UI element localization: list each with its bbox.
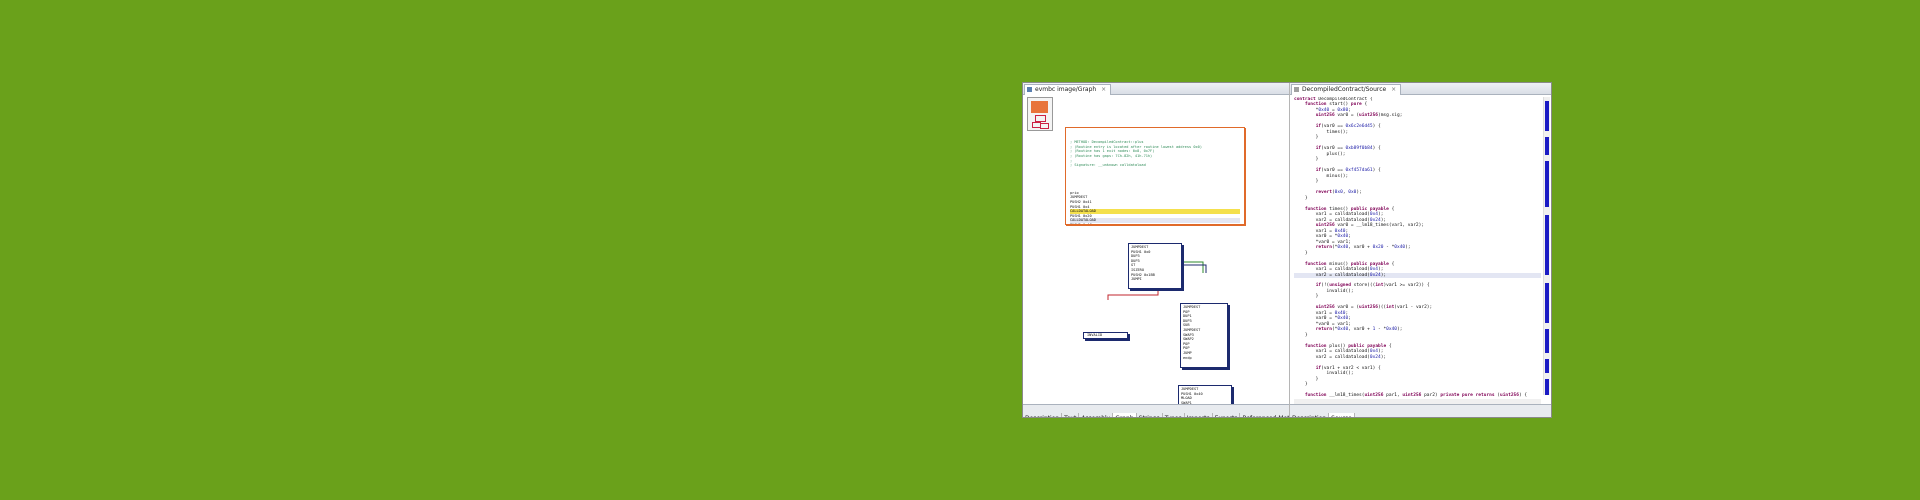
graph-pane: evmbc image/Graph × ; METHOD: Decompiled… <box>1023 83 1290 417</box>
bottom-tab-exports[interactable]: Exports <box>1213 413 1241 417</box>
graph-tab[interactable]: evmbc image/Graph × <box>1024 84 1112 95</box>
asm-instruction[interactable]: JUMPI <box>1131 277 1179 282</box>
source-bottom-tabs: DescriptionSource <box>1290 404 1551 417</box>
scroll-marker <box>1545 359 1549 373</box>
graph-tabbar: evmbc image/Graph × <box>1023 83 1289 95</box>
bottom-tab-description[interactable]: Description <box>1290 413 1330 417</box>
bottom-tab-description[interactable]: Description <box>1023 413 1063 417</box>
asm-instruction[interactable]: endp <box>1183 356 1225 361</box>
bottom-tab-text[interactable]: Text <box>1062 413 1080 417</box>
scroll-marker <box>1545 379 1549 395</box>
source-tab[interactable]: DecompiledContract/Source × <box>1291 84 1402 95</box>
source-pane: DecompiledContract/Source × contract Dec… <box>1290 83 1551 417</box>
graph-tab-title: evmbc image/Graph <box>1035 86 1097 93</box>
source-file-icon <box>1294 87 1299 92</box>
asm-comment[interactable]: ; Signature: __unknown calldataload <box>1070 163 1240 168</box>
graph-block-5[interactable]: JUMPDESTPUSH1 0x40MLOADSWAP1DUP2 <box>1178 385 1232 405</box>
bottom-tab-source[interactable]: Source <box>1329 413 1355 417</box>
eclipse-window: evmbc image/Graph × ; METHOD: Decompiled… <box>1022 82 1552 418</box>
close-icon[interactable]: × <box>1391 86 1396 93</box>
scroll-marker <box>1545 137 1549 155</box>
scroll-marker <box>1545 283 1549 323</box>
graph-head-block[interactable]: ; METHOD: DecompiledContract::plus; (Rou… <box>1065 127 1245 225</box>
graph-block-2[interactable]: JUMPDEST PUSH1 0x0 DUP3 DUP3 GT ISZERO PUSH2 0… <box>1128 243 1182 289</box>
head-block-instructions: prio JUMPDEST PUSH2 0x41 PUSH1 0x4 CALLDATAL… <box>1070 191 1240 224</box>
graph-block-invalid[interactable]: INVALID <box>1083 332 1128 339</box>
bottom-tab-strings[interactable]: Strings <box>1137 413 1163 417</box>
source-code[interactable]: contract DecompiledContract { function s… <box>1294 97 1541 397</box>
graph-view-icon <box>1027 87 1032 92</box>
scroll-marker <box>1545 101 1549 131</box>
graph-bottom-tabs: DescriptionTextAssemblyGraphStringsTypes… <box>1023 404 1289 417</box>
bottom-tab-types[interactable]: Types <box>1163 413 1185 417</box>
vertical-scrollbar[interactable] <box>1543 97 1550 395</box>
graph-block-4[interactable]: JUMPDEST POP DUP1 DUP3 SUB JUMPDEST SWAP3 SWAP2… <box>1180 303 1228 368</box>
code-line[interactable]: function __lm18_times(uint256 par1, uint… <box>1294 393 1541 397</box>
asm-instruction[interactable]: PUSH2 0x4C <box>1070 223 1240 224</box>
scroll-marker <box>1545 161 1549 207</box>
graph-canvas[interactable]: ; METHOD: DecompiledContract::plus; (Rou… <box>1023 95 1289 405</box>
source-tab-title: DecompiledContract/Source <box>1302 86 1387 93</box>
asm-instruction[interactable]: INVALID <box>1087 333 1124 338</box>
source-editor[interactable]: contract DecompiledContract { function s… <box>1290 95 1551 405</box>
bottom-tab-assembly[interactable]: Assembly <box>1079 413 1114 417</box>
source-tabbar: DecompiledContract/Source × <box>1290 83 1551 95</box>
bottom-tab-graph[interactable]: Graph <box>1113 413 1137 417</box>
scroll-marker <box>1545 329 1549 353</box>
scroll-marker <box>1545 215 1549 275</box>
head-block-comments: ; METHOD: DecompiledContract::plus; (Rou… <box>1070 140 1240 168</box>
close-icon[interactable]: × <box>1101 86 1106 93</box>
bottom-tab-imports[interactable]: Imports <box>1185 413 1213 417</box>
bottom-tab-referenced-methods[interactable]: Referenced Methods <box>1240 413 1289 417</box>
